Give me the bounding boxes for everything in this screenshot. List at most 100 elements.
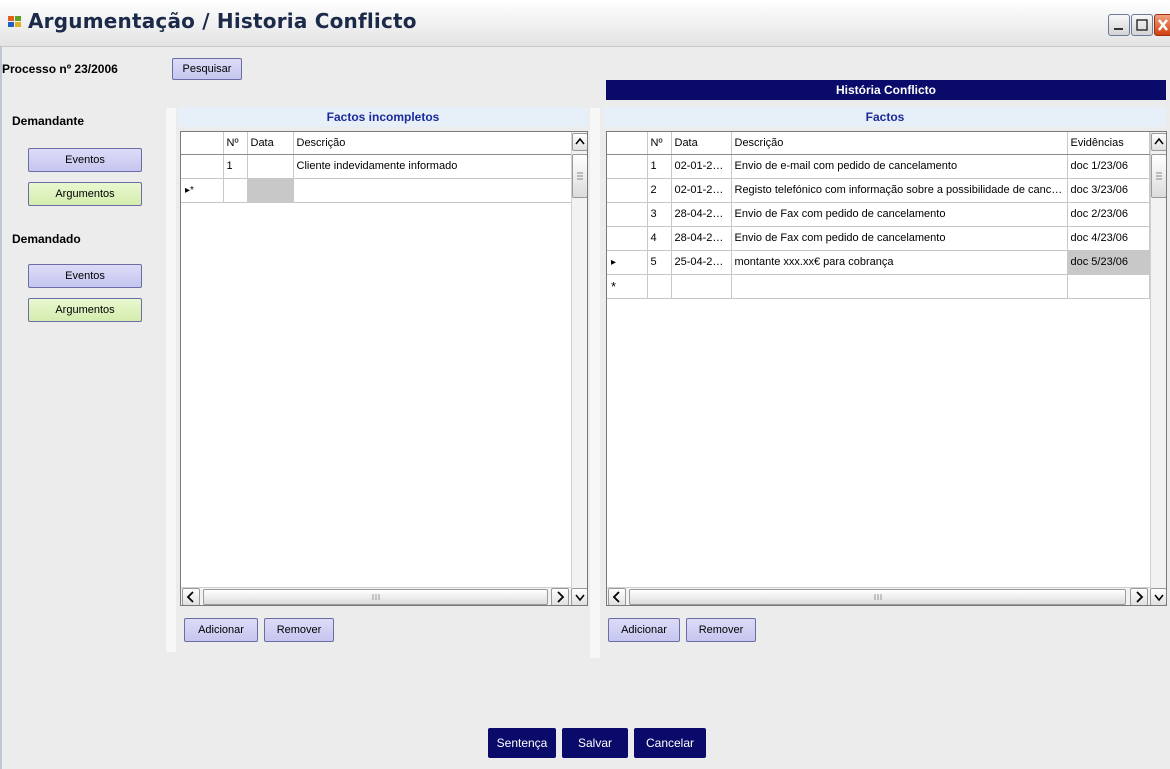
cell-evidencias[interactable]: doc 4/23/06 [1067, 226, 1150, 251]
cell-num[interactable]: 3 [647, 202, 672, 227]
vertical-scroll-thumb[interactable] [572, 154, 587, 198]
factos-title: Factos [604, 107, 1166, 127]
row-header[interactable] [607, 154, 648, 179]
table-new-row[interactable]: * [607, 274, 1150, 299]
incompletos-adicionar-button[interactable]: Adicionar [184, 618, 258, 642]
cell-num[interactable] [647, 274, 672, 299]
cell-num[interactable]: 4 [647, 226, 672, 251]
row-header[interactable] [607, 226, 648, 251]
factos-table: Nº Data Descrição Evidências 1 02-01-200… [607, 132, 1150, 299]
new-row-marker: * [607, 274, 648, 299]
row-header-corner [607, 132, 648, 155]
cell-data[interactable] [671, 274, 732, 299]
scroll-left-icon[interactable] [608, 588, 626, 605]
cell-descricao[interactable] [731, 274, 1068, 299]
cell-evidencias-selected[interactable]: doc 5/23/06 [1067, 250, 1150, 275]
row-header[interactable] [181, 154, 224, 179]
cell-num[interactable]: 1 [647, 154, 672, 179]
cell-data[interactable]: 28-04-2006 [671, 202, 732, 227]
table-new-row[interactable]: ▸* [181, 178, 572, 203]
demandante-argumentos-button[interactable]: Argumentos [28, 182, 142, 206]
cell-descricao[interactable] [293, 178, 572, 203]
cancelar-button[interactable]: Cancelar [634, 728, 706, 758]
column-header-descricao[interactable]: Descrição [293, 132, 572, 155]
demandado-eventos-button[interactable]: Eventos [28, 264, 142, 288]
cell-num[interactable]: 2 [647, 178, 672, 203]
scroll-up-icon[interactable] [572, 133, 587, 151]
cell-num[interactable] [223, 178, 248, 203]
row-header-corner [181, 132, 224, 155]
vertical-scroll-thumb[interactable] [1151, 154, 1166, 198]
incompletos-table: Nº Data Descrição 1 Cliente indevidament… [181, 132, 572, 203]
cell-data[interactable]: 25-04-2006 [671, 250, 732, 275]
incompletos-title: Factos incompletos [178, 107, 588, 127]
cell-evidencias[interactable] [1067, 274, 1150, 299]
close-button[interactable] [1154, 14, 1170, 36]
vertical-scrollbar[interactable] [1150, 132, 1166, 588]
table-header-row: Nº Data Descrição [181, 132, 572, 155]
incompletos-remover-button[interactable]: Remover [264, 618, 334, 642]
current-row-marker: ▸ [607, 250, 648, 275]
row-header[interactable] [607, 178, 648, 203]
factos-adicionar-button[interactable]: Adicionar [608, 618, 680, 642]
cell-descricao[interactable]: Envio de e-mail com pedido de cancelamen… [731, 154, 1068, 179]
minimize-button[interactable] [1108, 14, 1130, 36]
horizontal-scroll-thumb[interactable] [629, 589, 1126, 605]
cell-data[interactable]: 28-04-2006 [671, 226, 732, 251]
table-row[interactable]: 1 Cliente indevidamente informado [181, 154, 572, 179]
column-header-evidencias[interactable]: Evidências [1067, 132, 1150, 155]
column-header-num[interactable]: Nº [647, 132, 672, 155]
cell-descricao[interactable]: Envio de Fax com pedido de cancelamento [731, 202, 1068, 227]
cell-num[interactable]: 1 [223, 154, 248, 179]
column-header-num[interactable]: Nº [223, 132, 248, 155]
factos-grid[interactable]: Nº Data Descrição Evidências 1 02-01-200… [606, 131, 1167, 606]
salvar-button[interactable]: Salvar [562, 728, 628, 758]
demandante-label: Demandante [12, 114, 85, 128]
historia-section-title: História Conflicto [606, 80, 1166, 100]
scroll-down-icon[interactable] [1150, 588, 1166, 605]
processo-label: Processo nº 23/2006 [2, 62, 118, 76]
title-bar: Argumentação / Historia Conflicto [0, 0, 1170, 47]
table-row[interactable]: 3 28-04-2006 Envio de Fax com pedido de … [607, 202, 1150, 227]
pesquisar-button[interactable]: Pesquisar [172, 58, 242, 80]
cell-data[interactable]: 02-01-2006 [671, 154, 732, 179]
column-header-descricao[interactable]: Descrição [731, 132, 1068, 155]
cell-evidencias[interactable]: doc 3/23/06 [1067, 178, 1150, 203]
scroll-right-icon[interactable] [1130, 588, 1148, 605]
cell-evidencias[interactable]: doc 1/23/06 [1067, 154, 1150, 179]
scroll-up-icon[interactable] [1151, 133, 1166, 151]
sentenca-button[interactable]: Sentença [488, 728, 556, 758]
demandante-eventos-button[interactable]: Eventos [28, 148, 142, 172]
table-row[interactable]: 2 02-01-2006 Registo telefónico com info… [607, 178, 1150, 203]
table-row-current[interactable]: ▸ 5 25-04-2006 montante xxx.xx€ para cob… [607, 250, 1150, 275]
row-header[interactable] [607, 202, 648, 227]
table-row[interactable]: 4 28-04-2006 Envio de Fax com pedido de … [607, 226, 1150, 251]
horizontal-scrollbar[interactable] [181, 587, 571, 605]
incompletos-grid[interactable]: Nº Data Descrição 1 Cliente indevidament… [180, 131, 588, 606]
vertical-scrollbar[interactable] [571, 132, 587, 588]
window-border [0, 46, 2, 769]
cell-descricao[interactable]: Cliente indevidamente informado [293, 154, 572, 179]
cell-data-selected[interactable] [247, 178, 294, 203]
new-row-marker: ▸* [181, 178, 224, 203]
table-header-row: Nº Data Descrição Evidências [607, 132, 1150, 155]
horizontal-scrollbar[interactable] [607, 587, 1150, 605]
horizontal-scroll-thumb[interactable] [203, 589, 548, 605]
maximize-button[interactable] [1131, 14, 1153, 36]
scroll-left-icon[interactable] [182, 588, 200, 605]
scroll-down-icon[interactable] [571, 588, 587, 605]
cell-num[interactable]: 5 [647, 250, 672, 275]
demandado-argumentos-button[interactable]: Argumentos [28, 298, 142, 322]
cell-descricao[interactable]: Envio de Fax com pedido de cancelamento [731, 226, 1068, 251]
cell-evidencias[interactable]: doc 2/23/06 [1067, 202, 1150, 227]
column-header-data[interactable]: Data [671, 132, 732, 155]
column-header-data[interactable]: Data [247, 132, 294, 155]
cell-data[interactable] [247, 154, 294, 179]
scroll-right-icon[interactable] [551, 588, 569, 605]
table-row[interactable]: 1 02-01-2006 Envio de e-mail com pedido … [607, 154, 1150, 179]
cell-data[interactable]: 02-01-2006 [671, 178, 732, 203]
factos-remover-button[interactable]: Remover [686, 618, 756, 642]
cell-descricao[interactable]: montante xxx.xx€ para cobrança [731, 250, 1068, 275]
panel-divider [166, 108, 176, 652]
cell-descricao[interactable]: Registo telefónico com informação sobre … [731, 178, 1068, 203]
